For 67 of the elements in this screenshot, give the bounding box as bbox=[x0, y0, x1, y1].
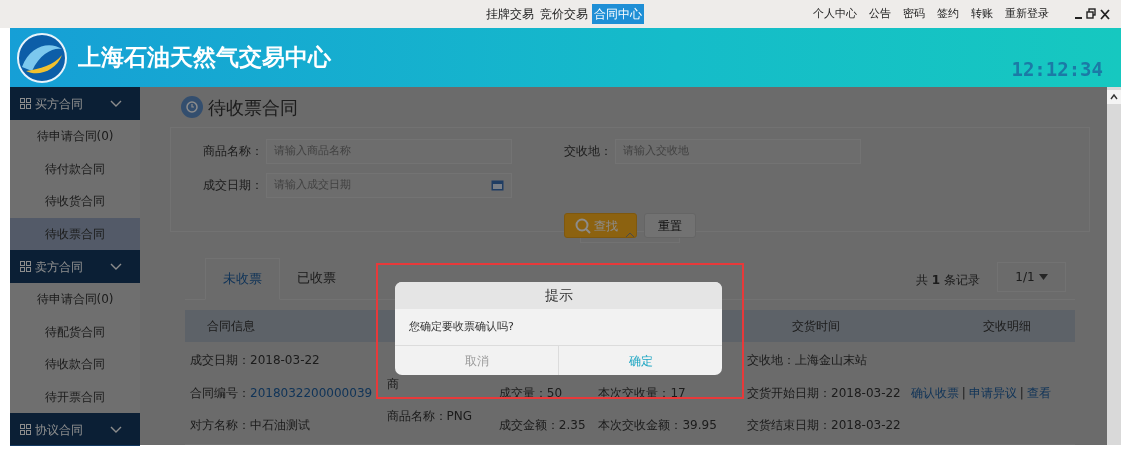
dialog-title: 提示 bbox=[395, 282, 722, 309]
grid-icon bbox=[20, 261, 31, 272]
caret-down-icon bbox=[1038, 274, 1048, 280]
table-cell-text: 对方名称：中石油测试 bbox=[190, 417, 310, 435]
field-label: 交收地： bbox=[564, 143, 612, 160]
column-header: 交收明细 bbox=[983, 319, 1032, 333]
sidebar-item[interactable]: 待申请合同(0) bbox=[10, 120, 140, 153]
nav-link[interactable]: 公告 bbox=[869, 5, 891, 23]
page-select[interactable]: 1/1 bbox=[997, 262, 1066, 292]
nav-link[interactable]: 个人中心 bbox=[813, 5, 857, 23]
sidebar-group[interactable]: 卖方合同 bbox=[10, 250, 140, 283]
sidebar-group[interactable]: 买方合同 bbox=[10, 87, 140, 120]
page-title: 待收票合同 bbox=[208, 95, 298, 120]
contract-link[interactable]: 2018032200000039 bbox=[250, 383, 373, 402]
sidebar-item[interactable]: 待收款合同 bbox=[10, 348, 140, 381]
nav-link[interactable]: 合同中心 bbox=[592, 4, 644, 24]
tab[interactable]: 已收票 bbox=[280, 257, 353, 299]
sidebar-item[interactable]: 待收票合同 bbox=[10, 217, 140, 250]
record-count: 共 1 条记录 bbox=[916, 272, 980, 289]
table-cell-text: 商 bbox=[386, 375, 399, 393]
site-title: 上海石油天然气交易中心 bbox=[78, 43, 331, 73]
separator: | bbox=[1019, 384, 1024, 402]
sidebar-item[interactable]: 待付款合同 bbox=[10, 152, 140, 185]
table-cell-text: 本次交收金额：39.95 bbox=[598, 417, 717, 435]
table-cell-text: 成交金额：2.35 bbox=[498, 417, 586, 435]
restore-icon bbox=[1086, 8, 1096, 20]
column-header: 合同信息 bbox=[207, 319, 255, 333]
sidebar-group[interactable]: 协议合同 bbox=[10, 413, 140, 446]
confirm-button[interactable]: 确定 bbox=[558, 346, 722, 375]
table-cell-text: 商品名称：PNG bbox=[386, 408, 473, 425]
action-link[interactable]: 查看 bbox=[1026, 383, 1051, 402]
table-cell-text: 成交日期：2018-03-22 bbox=[190, 352, 320, 370]
field-label: 成交日期： bbox=[202, 177, 263, 194]
table-cell-text: 交货结束日期：2018-03-22 bbox=[747, 417, 901, 435]
sidebar-item[interactable]: 待开票合同 bbox=[10, 380, 140, 413]
search-icon bbox=[575, 217, 591, 234]
grid-icon bbox=[20, 424, 31, 435]
nav-link[interactable]: 竞价交易 bbox=[538, 4, 590, 24]
caret-up-icon bbox=[625, 232, 635, 238]
reset-button[interactable]: 重置 bbox=[644, 213, 696, 238]
cancel-button[interactable]: 取消 bbox=[395, 346, 558, 375]
minimize-icon bbox=[1075, 17, 1082, 19]
collapse-toggle[interactable] bbox=[580, 232, 680, 243]
nav-link[interactable]: 转账 bbox=[971, 5, 993, 23]
sidebar-item[interactable]: 待申请合同(0) bbox=[10, 283, 140, 316]
column-header: 交货时间 bbox=[791, 319, 840, 333]
clock: 12:12:34 bbox=[1011, 56, 1103, 82]
sidebar-item[interactable]: 待配货合同 bbox=[10, 315, 140, 348]
field-label: 商品名称： bbox=[202, 143, 263, 160]
calendar-icon bbox=[491, 179, 504, 191]
close-icon bbox=[1100, 8, 1110, 20]
separator: | bbox=[961, 384, 966, 402]
table-cell-text: 交货开始日期：2018-03-22 bbox=[747, 384, 901, 402]
grid-icon bbox=[20, 98, 31, 109]
clock-badge-icon bbox=[180, 95, 204, 119]
nav-link[interactable]: 重新登录 bbox=[1005, 5, 1049, 23]
nav-link[interactable]: 签约 bbox=[937, 5, 959, 23]
action-link[interactable]: 确认收票 bbox=[910, 383, 959, 402]
dialog-message: 您确定要收票确认吗? bbox=[408, 318, 515, 335]
nav-link[interactable]: 密码 bbox=[903, 5, 925, 23]
nav-link[interactable]: 挂牌交易 bbox=[484, 4, 536, 24]
action-link[interactable]: 申请异议 bbox=[968, 383, 1017, 402]
tab[interactable]: 未收票 bbox=[205, 258, 280, 300]
cell-label: 合同编号： bbox=[190, 384, 250, 402]
logo-icon bbox=[14, 32, 70, 83]
sidebar-item[interactable]: 待收货合同 bbox=[10, 185, 140, 218]
scroll-up-icon bbox=[1107, 89, 1121, 104]
